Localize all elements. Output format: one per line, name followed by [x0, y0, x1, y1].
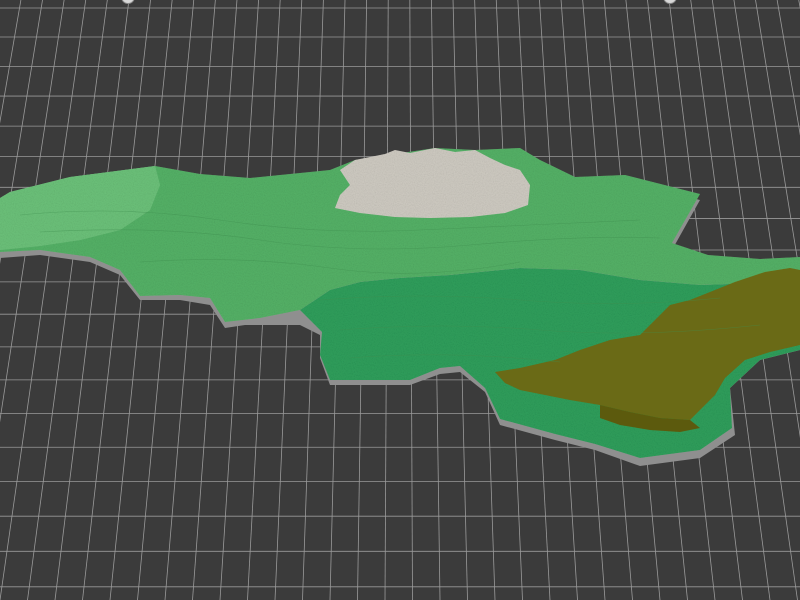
scene-canvas[interactable] [0, 0, 800, 600]
grid-line-vertical [0, 0, 43, 265]
grid-line-vertical [27, 0, 108, 600]
grid-line-vertical [0, 0, 87, 600]
terrain-model[interactable] [0, 148, 800, 466]
grid-line-vertical [0, 0, 22, 124]
grid-line-vertical [54, 0, 130, 600]
3d-viewport[interactable] [0, 0, 800, 600]
grid-line-vertical [0, 0, 65, 423]
